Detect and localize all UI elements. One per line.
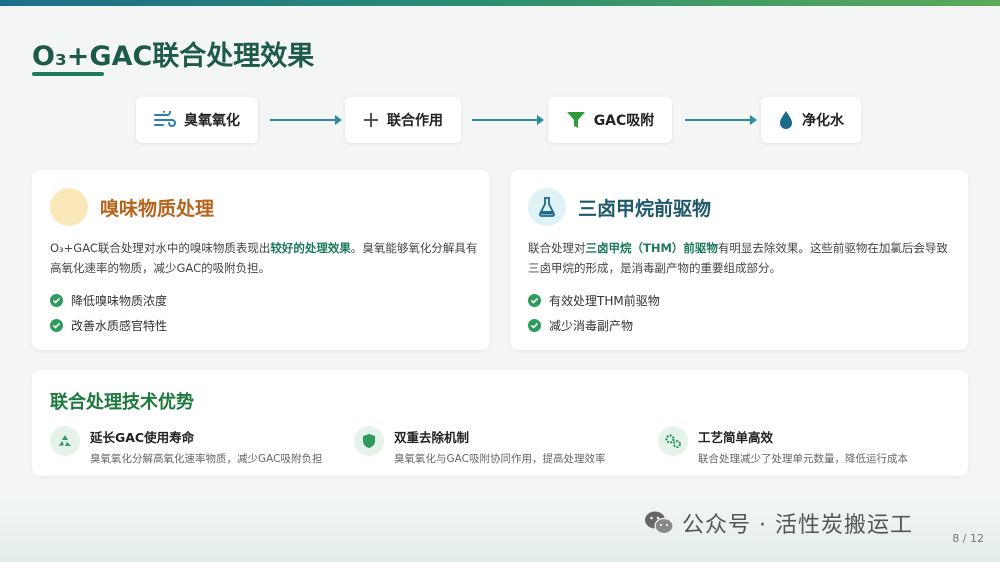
thm-card-description: 联合处理对三卤甲烷（THM）前驱物有明显去除效果。这些前驱物在加氯后会导致三卤甲… <box>528 241 948 275</box>
flow-step-label: 臭氧氧化 <box>184 113 240 129</box>
advantage-desc: 联合处理减少了处理单元数量，降低运行成本 <box>698 453 908 465</box>
thm-card: 三卤甲烷前驱物 联合处理对三卤甲烷（THM）前驱物有明显去除效果。这些前驱物在加… <box>510 170 968 350</box>
advantages-card: 联合处理技术优势 延长GAC使用寿命 臭氧氧化分解高氧化速率物质，减少GAC吸附… <box>32 370 968 476</box>
check-icon <box>528 319 541 332</box>
plus-icon <box>363 112 379 128</box>
advantage-name: 延长GAC使用寿命 <box>90 430 195 445</box>
recycle-icon <box>50 426 80 456</box>
odor-card-description: O₃+GAC联合处理对水中的嗅味物质表现出较好的处理效果。臭氧能够氧化分解具有高… <box>50 241 478 275</box>
gears-icon <box>658 426 688 456</box>
advantage-item: 延长GAC使用寿命 臭氧氧化分解高氧化速率物质，减少GAC吸附负担 <box>50 426 322 466</box>
odor-card: 嗅味物质处理 O₃+GAC联合处理对水中的嗅味物质表现出较好的处理效果。臭氧能够… <box>32 170 490 350</box>
list-item: 改善水质感官特性 <box>50 313 167 338</box>
advantage-desc: 臭氧氧化与GAC吸附协同作用，提高处理效率 <box>394 453 606 465</box>
advantage-desc: 臭氧氧化分解高氧化速率物质，减少GAC吸附负担 <box>90 453 323 465</box>
advantage-item: 工艺简单高效 联合处理减少了处理单元数量，降低运行成本 <box>658 426 908 466</box>
flow-arrow <box>685 115 757 125</box>
page-title: O₃+GAC联合处理效果 <box>32 41 315 72</box>
list-item: 有效处理THM前驱物 <box>528 288 660 313</box>
top-accent-bar <box>0 0 1000 6</box>
list-item: 减少消毒副产物 <box>528 313 660 338</box>
page-number: 8 / 12 <box>952 532 984 545</box>
list-item: 降低嗅味物质浓度 <box>50 288 167 313</box>
advantage-name: 工艺简单高效 <box>698 430 774 445</box>
odor-points-list: 降低嗅味物质浓度 改善水质感官特性 <box>50 288 167 338</box>
odor-icon <box>50 188 88 226</box>
watermark-text: 公众号 · 活性炭搬运工 <box>682 513 913 538</box>
check-icon <box>50 319 63 332</box>
flow-step-clean-water: 净化水 <box>761 97 861 143</box>
thm-card-header: 三卤甲烷前驱物 <box>528 188 711 226</box>
flow-step-ozone: 臭氧氧化 <box>136 97 258 143</box>
wechat-icon <box>644 510 674 536</box>
flow-step-label: 联合作用 <box>387 113 443 129</box>
advantage-item: 双重去除机制 臭氧氧化与GAC吸附协同作用，提高处理效率 <box>354 426 605 466</box>
flow-step-label: 净化水 <box>802 113 844 129</box>
flow-arrow <box>270 115 342 125</box>
odor-card-header: 嗅味物质处理 <box>50 188 214 226</box>
flow-arrow <box>472 115 544 125</box>
title-underline <box>32 72 104 76</box>
filter-icon <box>566 110 586 130</box>
check-icon <box>528 294 541 307</box>
wind-icon <box>154 111 176 129</box>
flow-step-label: GAC吸附 <box>593 113 655 129</box>
shield-icon <box>354 426 384 456</box>
watermark: 公众号 · 活性炭搬运工 <box>644 507 913 539</box>
odor-card-title: 嗅味物质处理 <box>100 197 215 220</box>
advantage-name: 双重去除机制 <box>394 430 470 445</box>
flask-icon <box>528 188 566 226</box>
flow-step-combined: 联合作用 <box>345 97 461 143</box>
water-drop-icon <box>778 110 794 130</box>
thm-points-list: 有效处理THM前驱物 减少消毒副产物 <box>528 288 660 338</box>
check-icon <box>50 294 63 307</box>
advantages-title: 联合处理技术优势 <box>50 392 194 413</box>
thm-card-title: 三卤甲烷前驱物 <box>578 197 712 220</box>
flow-step-gac: GAC吸附 <box>548 97 672 143</box>
